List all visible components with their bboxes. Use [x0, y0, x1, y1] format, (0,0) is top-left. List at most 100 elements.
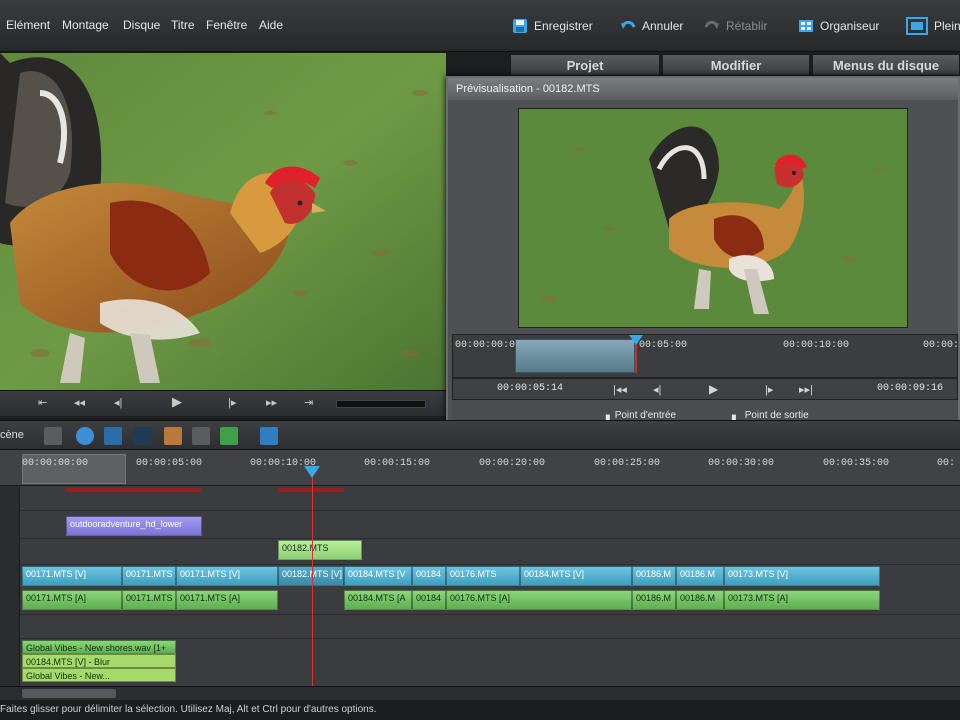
- narration-icon[interactable]: [192, 427, 210, 445]
- tab-menus-disque[interactable]: Menus du disque: [812, 54, 960, 76]
- preview-play-icon[interactable]: ▶: [709, 382, 718, 396]
- audio-clip[interactable]: 00171.MTS [A]: [22, 590, 122, 610]
- effects-icon[interactable]: [134, 427, 152, 445]
- timeline-ruler-label: 00:00:35:00: [823, 458, 890, 469]
- menu-disque[interactable]: Disque: [123, 18, 160, 32]
- undo-label: Annuler: [642, 19, 684, 33]
- audio-clip[interactable]: 00186.M: [632, 590, 676, 610]
- menu-montage[interactable]: Montage: [62, 18, 109, 32]
- fullscreen-label: Plein: [934, 19, 960, 33]
- preview-screen: [518, 108, 908, 328]
- save-button[interactable]: Enregistrer: [512, 16, 593, 36]
- track-divider: [20, 564, 960, 565]
- preview-step-forward-icon[interactable]: ▸▸|: [799, 383, 813, 396]
- undo-button[interactable]: Annuler: [620, 16, 683, 36]
- preview-current-time[interactable]: 00:00:05:14: [497, 383, 563, 394]
- redo-button[interactable]: Rétablir: [704, 16, 767, 36]
- video-clip[interactable]: 00176.MTS: [446, 566, 520, 586]
- audio-clip[interactable]: 00171.MTS: [122, 590, 176, 610]
- track-divider: [20, 614, 960, 615]
- video-clip[interactable]: 00186.M: [632, 566, 676, 586]
- audio-clip[interactable]: 00186.M: [676, 590, 724, 610]
- marker-icon[interactable]: [164, 427, 182, 445]
- scene-view-label[interactable]: cène: [0, 429, 24, 441]
- save-icon: [513, 19, 527, 33]
- track-divider: [20, 510, 960, 511]
- render-bar: [278, 488, 344, 492]
- go-to-start-icon[interactable]: ⇤: [38, 396, 47, 409]
- preview-in-out-range[interactable]: [515, 339, 635, 373]
- title-clip[interactable]: outdooradventure_hd_lower: [66, 516, 202, 536]
- save-label: Enregistrer: [534, 19, 593, 33]
- timeline-ruler-label: 00:: [937, 458, 956, 469]
- menu-titre[interactable]: Titre: [171, 18, 195, 32]
- menu-aide[interactable]: Aide: [259, 18, 283, 32]
- timeline-ruler-label: 00:00:25:00: [594, 458, 661, 469]
- rewind-icon[interactable]: ◂◂: [74, 396, 85, 409]
- audio-clip[interactable]: 00176.MTS [A]: [446, 590, 632, 610]
- preview-dialog: Prévisualisation - 00182.MTS 00:00:00:00…: [446, 76, 960, 434]
- preview-title[interactable]: Prévisualisation - 00182.MTS: [448, 78, 958, 100]
- timeline-ruler-label: 00:00:20:00: [479, 458, 546, 469]
- music-clip-layer[interactable]: 00184.MTS [V] - Blur: [22, 654, 176, 668]
- menu-fenetre[interactable]: Fenêtre: [206, 18, 247, 32]
- rooster-video-frame: [0, 53, 446, 390]
- fullscreen-icon: [906, 17, 928, 35]
- preview-ruler-label: 00:00:00:00: [455, 340, 522, 351]
- video-clip[interactable]: 00173.MTS [V]: [724, 566, 880, 586]
- step-back-icon[interactable]: ◂|: [114, 396, 122, 409]
- audio-clip[interactable]: 00184.MTS [A: [344, 590, 412, 610]
- fast-forward-icon[interactable]: ▸▸: [266, 396, 277, 409]
- menu-element[interactable]: Elément: [6, 18, 50, 32]
- timeline-ruler-label: 00:00:15:00: [364, 458, 431, 469]
- preview-step-back-icon[interactable]: |◂◂: [613, 383, 627, 396]
- preview-frame-back-icon[interactable]: ◂|: [653, 383, 661, 396]
- preview-ruler-label: 00:00:: [923, 340, 960, 351]
- timeline-scroll-thumb[interactable]: [22, 689, 116, 698]
- audio-clip[interactable]: 00173.MTS [A]: [724, 590, 880, 610]
- play-icon[interactable]: ▶: [172, 394, 182, 410]
- timeline-ruler[interactable]: 00:00:00:00 00:00:05:00 00:00:10:00 00:0…: [0, 450, 960, 486]
- video-clip[interactable]: 00171.MTS [V]: [176, 566, 278, 586]
- monitor-icon[interactable]: [104, 427, 122, 445]
- video-clip[interactable]: 00186.M: [676, 566, 724, 586]
- timeline-ruler-label: 00:00:00:00: [22, 458, 89, 469]
- video-clip[interactable]: 00184.MTS [V: [344, 566, 412, 586]
- music-clip[interactable]: Global Vibes - New shores.wav [1+: [22, 640, 176, 654]
- overlay-clip[interactable]: 00182.MTS: [278, 540, 362, 560]
- timeline-ruler-label: 00:00:05:00: [136, 458, 203, 469]
- timeline-scrollbar[interactable]: [0, 686, 960, 700]
- preview-ruler-label: 00:00:10:00: [783, 340, 850, 351]
- render-bar: [66, 488, 202, 492]
- redo-label: Rétablir: [726, 19, 768, 33]
- video-clip[interactable]: 00184.MTS [V]: [520, 566, 632, 586]
- monitor-controls: ⇤ ◂◂ ◂| ▶ |▸ ▸▸ ⇥: [0, 390, 446, 416]
- tab-modifier[interactable]: Modifier: [662, 54, 810, 76]
- organizer-label: Organiseur: [820, 19, 880, 33]
- timeline-toolbar: cène: [0, 420, 960, 450]
- audio-clip[interactable]: 00171.MTS [A]: [176, 590, 278, 610]
- video-clip[interactable]: 00171.MTS [V]: [22, 566, 122, 586]
- snap-icon[interactable]: [260, 427, 278, 445]
- music-clip-layer[interactable]: Global Vibes - New...: [22, 668, 176, 682]
- audio-mix-icon[interactable]: [220, 427, 238, 445]
- timeline-playhead[interactable]: [312, 466, 313, 686]
- preview-duration: 00:00:09:16: [877, 383, 944, 394]
- go-to-end-icon[interactable]: ⇥: [304, 396, 313, 409]
- video-clip[interactable]: 00184: [412, 566, 446, 586]
- organizer-icon: [799, 20, 813, 32]
- audio-clip[interactable]: 00184: [412, 590, 446, 610]
- step-forward-icon[interactable]: |▸: [228, 396, 236, 409]
- preview-frame-forward-icon[interactable]: |▸: [765, 383, 773, 396]
- video-clip[interactable]: 00182.MTS [V]: [278, 566, 344, 586]
- timeline-ruler-label: 00:00:30:00: [708, 458, 775, 469]
- video-clip[interactable]: 00171.MTS: [122, 566, 176, 586]
- smartfix-icon[interactable]: [76, 427, 94, 445]
- tab-projet[interactable]: Projet: [510, 54, 660, 76]
- undo-icon: [621, 20, 636, 29]
- volume-slider[interactable]: [336, 400, 426, 408]
- fullscreen-button[interactable]: Plein: [906, 16, 960, 36]
- preview-ruler[interactable]: 00:00:00:00 00:00:05:00 00:00:10:00 00:0…: [452, 334, 960, 378]
- organizer-button[interactable]: Organiseur: [798, 16, 879, 36]
- selection-tool-icon[interactable]: [44, 427, 62, 445]
